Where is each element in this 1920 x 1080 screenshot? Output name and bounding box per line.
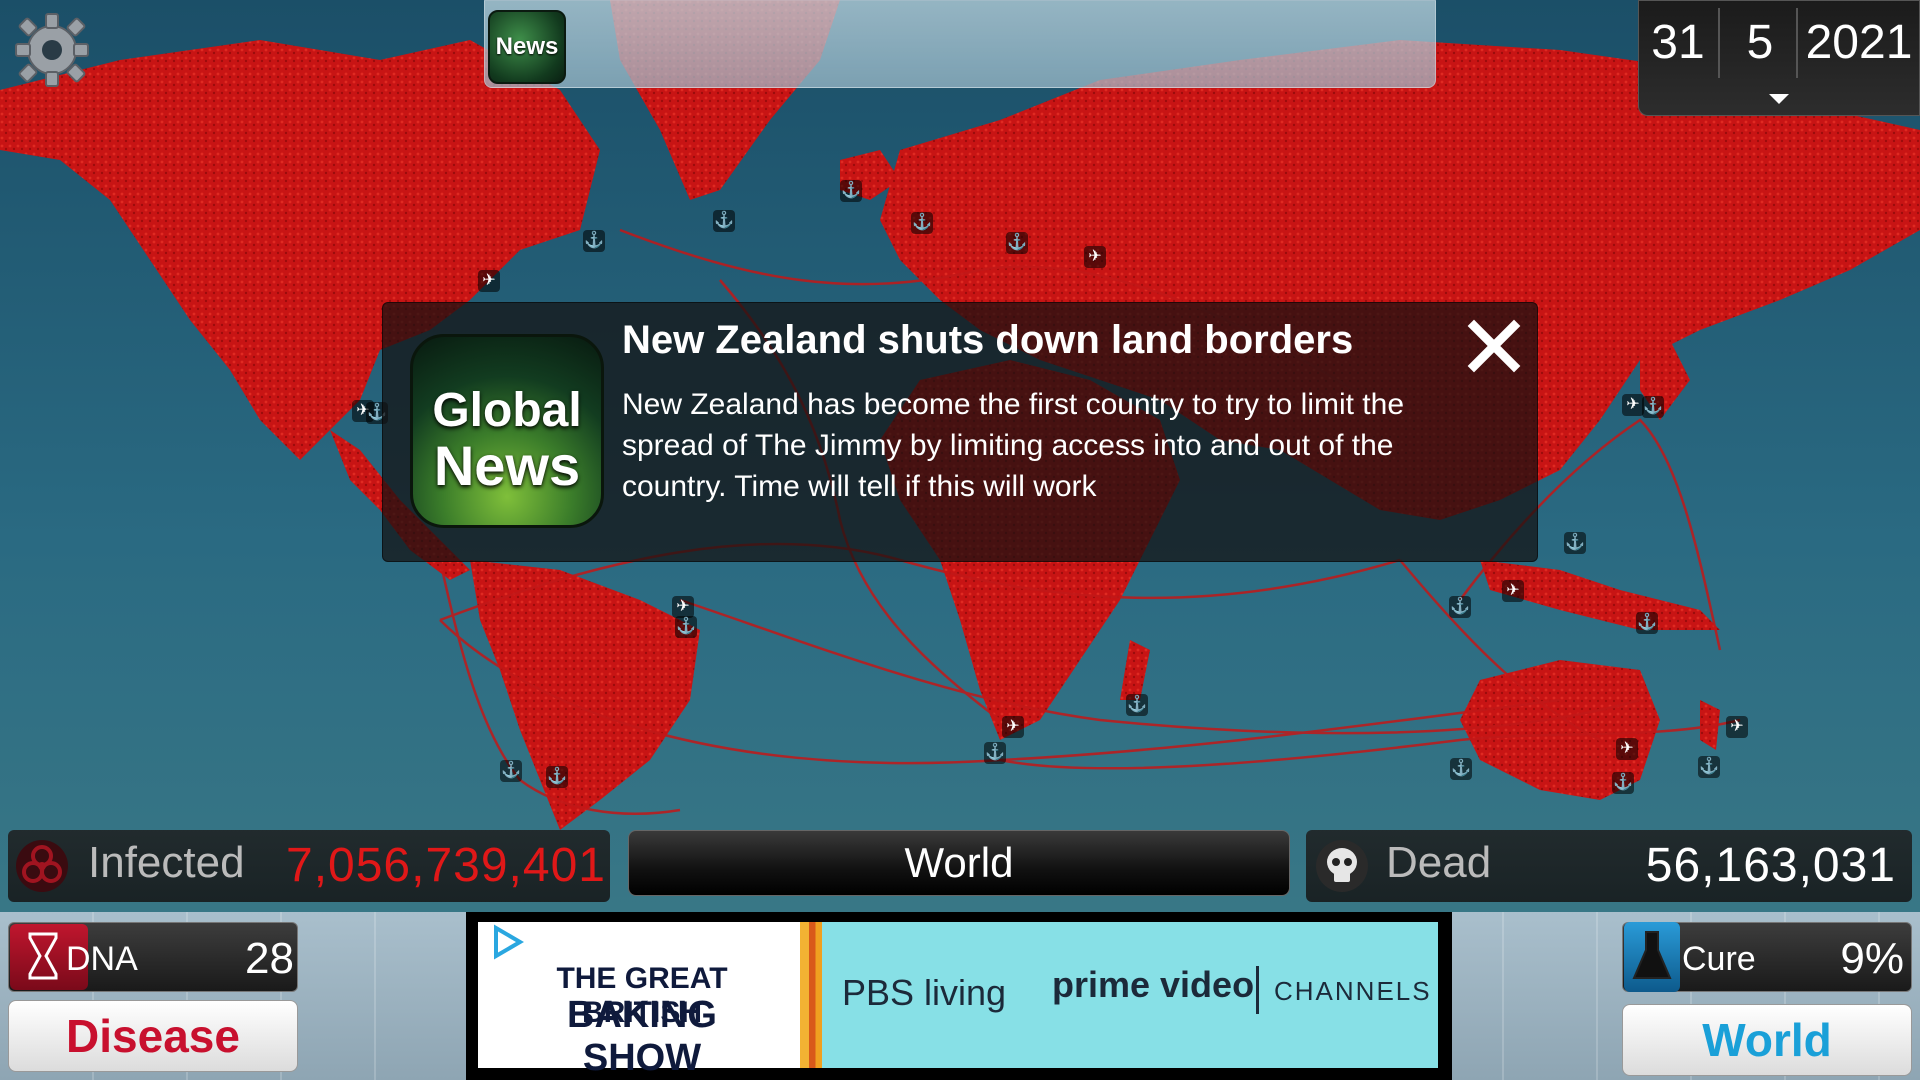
- global-news-logo: Global News: [410, 334, 604, 528]
- anchor-icon[interactable]: ⚓: [546, 766, 568, 788]
- logo-line2: News: [433, 434, 581, 497]
- ad-choices-icon[interactable]: [490, 924, 526, 960]
- anchor-icon[interactable]: ⚓: [583, 230, 605, 252]
- anchor-icon[interactable]: ⚓: [675, 616, 697, 638]
- flask-icon: [1624, 922, 1680, 992]
- logo-line1: Global: [432, 384, 582, 437]
- news-ticker[interactable]: [484, 0, 1436, 88]
- anchor-icon[interactable]: ⚓: [1126, 694, 1148, 716]
- ad-pbs-living: PBS living: [842, 972, 1007, 1013]
- skull-icon: [1314, 838, 1370, 894]
- anchor-icon[interactable]: ⚓: [500, 760, 522, 782]
- date-month: 5: [1746, 15, 1774, 69]
- cure-percent: 9%: [1840, 934, 1904, 983]
- close-button[interactable]: [1466, 318, 1522, 374]
- close-icon: [1467, 319, 1521, 373]
- anchor-icon[interactable]: ⚓: [1636, 612, 1658, 634]
- popup-title: New Zealand shuts down land borders: [622, 318, 1354, 362]
- anchor-icon[interactable]: ⚓: [1006, 232, 1028, 254]
- airplane-icon[interactable]: ✈: [672, 596, 694, 618]
- dna-points: 28: [245, 934, 294, 983]
- anchor-icon[interactable]: ⚓: [1698, 756, 1720, 778]
- cure-label: Cure: [1682, 940, 1756, 978]
- anchor-icon[interactable]: ⚓: [1449, 596, 1471, 618]
- dna-label: DNA: [66, 940, 138, 978]
- anchor-icon[interactable]: ⚓: [1450, 758, 1472, 780]
- date-year: 2021: [1805, 15, 1913, 69]
- anchor-icon[interactable]: ⚓: [1612, 772, 1634, 794]
- date-toggle[interactable]: [1638, 82, 1920, 116]
- region-label: World: [904, 839, 1014, 886]
- popup-body: New Zealand has become the first country…: [622, 388, 1405, 503]
- settings-gear-icon[interactable]: [12, 10, 92, 90]
- region-selector-button[interactable]: World: [628, 830, 1290, 896]
- world-label: World: [1702, 1014, 1832, 1066]
- ad-title-line2: BAKING SHOW: [567, 994, 717, 1079]
- airplane-icon[interactable]: ✈: [1002, 716, 1024, 738]
- ad-divider: [1256, 966, 1259, 1014]
- airplane-icon[interactable]: ✈: [1616, 738, 1638, 760]
- infected-label: Infected: [88, 838, 245, 887]
- disease-label: Disease: [66, 1010, 240, 1062]
- world-button[interactable]: World: [1622, 1004, 1912, 1076]
- ad-prime-video: prime video: [1052, 964, 1255, 1005]
- airplane-icon[interactable]: ✈: [1726, 716, 1748, 738]
- airplane-icon[interactable]: ✈: [1084, 246, 1106, 268]
- anchor-icon[interactable]: ⚓: [840, 180, 862, 202]
- anchor-icon[interactable]: ⚓: [911, 212, 933, 234]
- disease-button[interactable]: Disease: [8, 1000, 298, 1072]
- airplane-icon[interactable]: ✈: [478, 270, 500, 292]
- airplane-icon[interactable]: ✈: [1622, 394, 1644, 416]
- airplane-icon[interactable]: ✈: [1502, 580, 1524, 602]
- chevron-down-icon: [1769, 94, 1789, 104]
- anchor-icon[interactable]: ⚓: [1564, 532, 1586, 554]
- dead-label: Dead: [1386, 838, 1492, 887]
- ad-stripe: [800, 922, 822, 1068]
- anchor-icon[interactable]: ⚓: [1642, 396, 1664, 418]
- infected-count: 7,056,739,401: [286, 839, 606, 892]
- anchor-icon[interactable]: ⚓: [713, 210, 735, 232]
- biohazard-icon: [14, 838, 70, 894]
- ad-channels: CHANNELS: [1274, 976, 1432, 1006]
- news-label: News: [495, 33, 559, 60]
- dead-count: 56,163,031: [1645, 839, 1896, 892]
- date-day: 31: [1651, 15, 1705, 69]
- anchor-icon[interactable]: ⚓: [984, 742, 1006, 764]
- news-button[interactable]: News: [488, 10, 566, 84]
